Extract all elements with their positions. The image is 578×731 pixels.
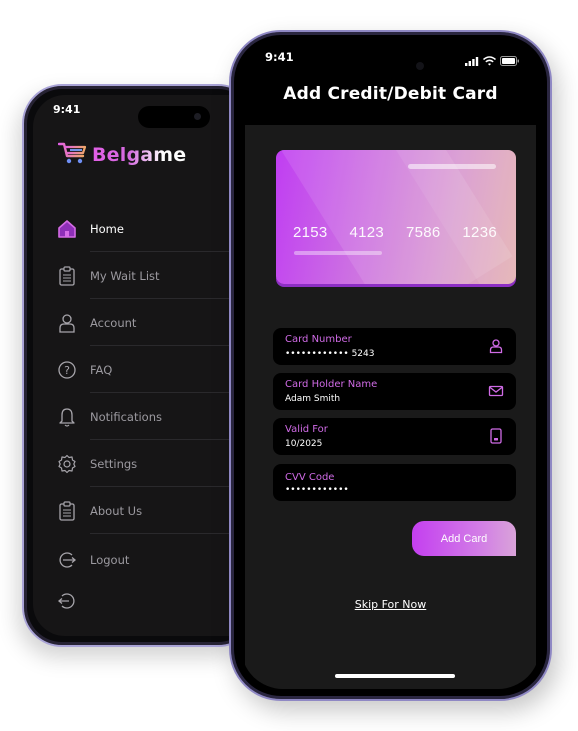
field-label: Card Holder Name [285, 379, 378, 390]
status-time: 9:41 [53, 103, 81, 116]
status-time: 9:41 [265, 50, 294, 64]
skip-link-label[interactable]: Skip For Now [355, 598, 427, 611]
cvv-code-field[interactable]: CVV Code •••••••••••• [273, 464, 516, 501]
card-name-placeholder [294, 251, 382, 255]
skip-for-now-link[interactable]: Skip For Now [245, 598, 536, 611]
valid-for-field[interactable]: Valid For 10/2025 [273, 418, 516, 455]
card-number-group: 1236 [462, 224, 497, 241]
add-card-button[interactable]: Add Card [412, 521, 516, 556]
cart-icon [57, 141, 88, 169]
wifi-icon [483, 51, 496, 70]
signal-icon [465, 51, 479, 70]
front-camera [416, 62, 424, 70]
field-label: CVV Code [285, 472, 335, 483]
sidebar-item-label: About Us [90, 503, 143, 518]
sidebar-menu: Home My Wait List Account ? FAQ Notifica… [56, 205, 256, 616]
brand-logo: Belgame [57, 141, 187, 169]
back-phone: 9:41 Belgame Home My Wait List Account ?… [22, 84, 258, 647]
add-card-screen: 9:41 Add Credit/Debit Card 2153 4123 758… [241, 42, 540, 689]
credit-card-preview: 2153 4123 7586 1236 [276, 150, 516, 284]
field-value: 10/2025 [285, 439, 323, 449]
clipboard-icon [56, 500, 78, 522]
sidebar-item-label: Settings [90, 456, 138, 471]
field-value: •••••••••••• [285, 485, 349, 495]
add-card-form: 2153 4123 7586 1236 Card Number ••••••••… [245, 125, 536, 689]
brand-name: Belgame [92, 144, 187, 166]
status-icons [465, 51, 520, 70]
field-value: Adam Smith [285, 394, 341, 404]
clipboard-icon [56, 265, 78, 287]
home-icon [56, 218, 78, 240]
sidebar-item-settings[interactable]: Settings [56, 440, 256, 487]
gear-icon [56, 453, 78, 475]
card-number-field[interactable]: Card Number •••••••••••• 5243 [273, 328, 516, 365]
user-icon [488, 338, 504, 354]
dynamic-island [138, 106, 210, 128]
card-number-display: 2153 4123 7586 1236 [293, 224, 497, 241]
sidebar-item-logout[interactable]: Logout [56, 534, 256, 586]
logout-icon [56, 549, 78, 571]
logout-icon [56, 590, 78, 612]
sidebar-item-home[interactable]: Home [56, 205, 256, 252]
sidebar-item-account[interactable]: Account [56, 299, 256, 346]
page-title: Add Credit/Debit Card [283, 84, 498, 104]
card-icon [488, 428, 504, 444]
svg-text:?: ? [64, 364, 70, 377]
sidebar-item-faq[interactable]: ? FAQ [56, 346, 256, 393]
sidebar-item-wait-list[interactable]: My Wait List [56, 252, 256, 299]
sidebar-item-label: Home [90, 221, 124, 236]
bell-icon [56, 406, 78, 428]
sidebar-item-notifications[interactable]: Notifications [56, 393, 256, 440]
card-number-group: 7586 [405, 224, 441, 241]
sidebar-screen: 9:41 Belgame Home My Wait List Account ?… [33, 95, 256, 636]
sidebar-item-label: Notifications [90, 409, 162, 424]
logout-shortcut[interactable] [56, 586, 256, 616]
front-phone: 9:41 Add Credit/Debit Card 2153 4123 758… [229, 30, 552, 701]
sidebar-item-label: My Wait List [90, 268, 160, 283]
card-stripe [408, 164, 496, 169]
question-icon: ? [56, 359, 78, 381]
field-label: Card Number [285, 334, 352, 345]
user-icon [56, 312, 78, 334]
sidebar-item-label: Account [90, 315, 137, 330]
sidebar-item-about-us[interactable]: About Us [56, 487, 256, 534]
card-holder-name-field[interactable]: Card Holder Name Adam Smith [273, 373, 516, 410]
home-indicator[interactable] [335, 674, 455, 678]
sidebar-item-label: Logout [90, 553, 130, 567]
battery-icon [500, 51, 520, 70]
card-number-group: 2153 [293, 224, 328, 241]
card-number-group: 4123 [349, 224, 385, 241]
field-label: Valid For [285, 424, 328, 435]
field-value: •••••••••••• 5243 [285, 349, 375, 359]
sidebar-item-label: FAQ [90, 362, 113, 377]
mail-icon [488, 383, 504, 399]
